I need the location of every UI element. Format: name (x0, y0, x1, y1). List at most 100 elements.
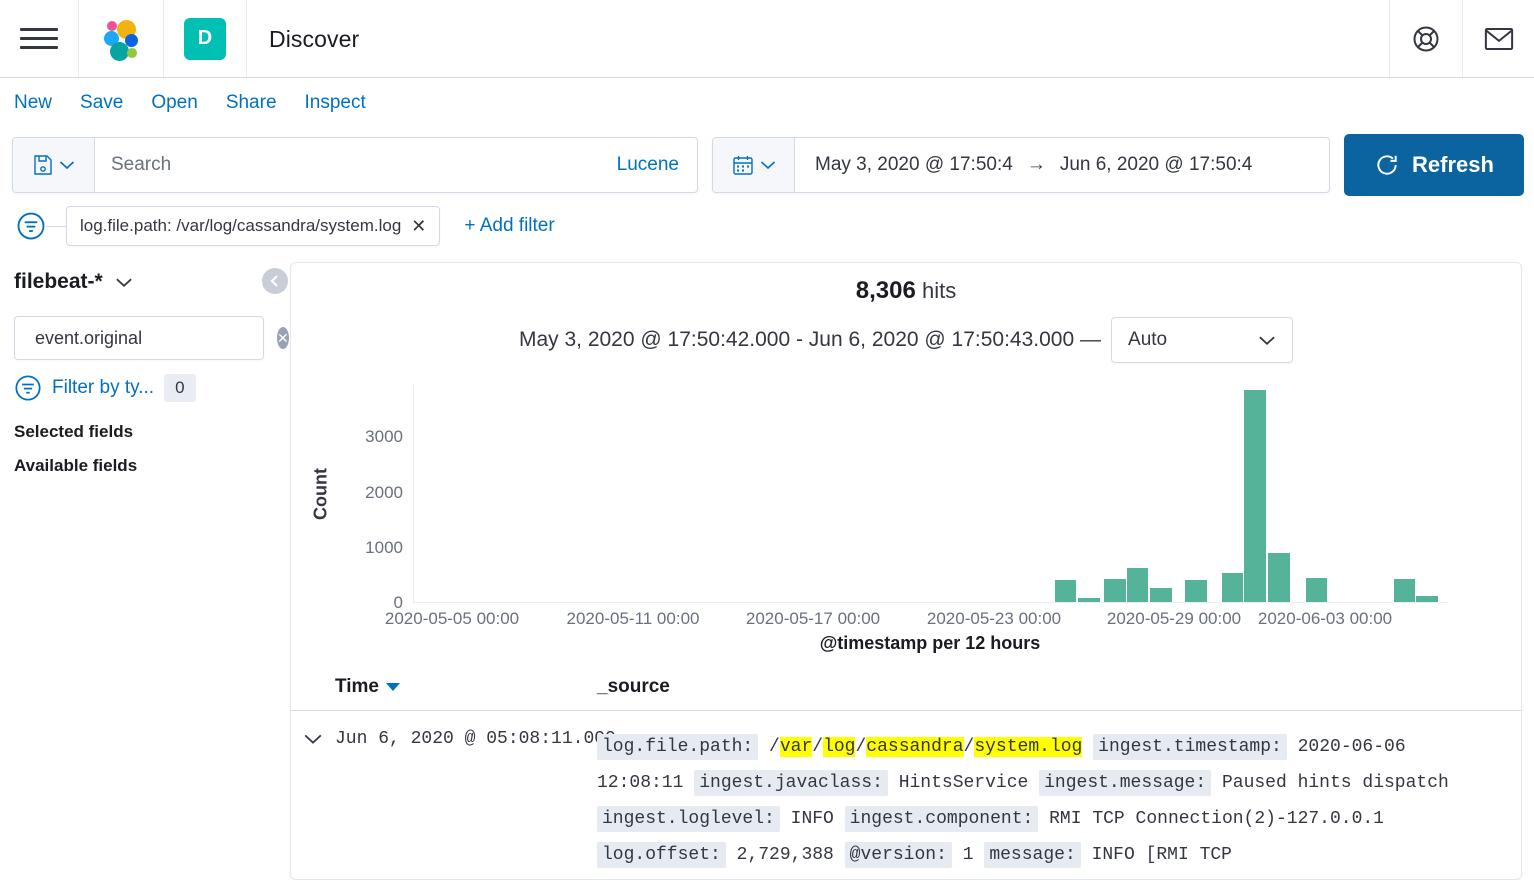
y-axis-ticks: 0 1000 2000 3000 (323, 385, 413, 612)
filter-funnel-icon (17, 212, 45, 240)
filter-pill[interactable]: log.file.path: /var/log/cassandra/system… (66, 206, 441, 246)
mail-envelope-icon (1484, 27, 1513, 50)
elastic-logo-button[interactable] (79, 0, 164, 77)
table-row[interactable]: Jun 6, 2020 @ 05:08:11.000 log.file.path… (291, 711, 1521, 879)
refresh-label: Refresh (1412, 152, 1494, 177)
histogram-bar[interactable] (1185, 579, 1207, 602)
global-filter-options-button[interactable] (16, 211, 46, 241)
interval-select[interactable]: Auto (1111, 317, 1294, 363)
discover-app: D Discover New Save Open Share Inspect S… (0, 0, 1534, 880)
discover-body: filebeat-* ✕ Filter by ty... 0 (0, 254, 1534, 880)
date-range-display: May 3, 2020 @ 17:50:4 → Jun 6, 2020 @ 17… (795, 154, 1329, 176)
histogram-bar[interactable] (1244, 389, 1267, 602)
interval-value: Auto (1128, 329, 1168, 350)
expand-row-button[interactable] (291, 729, 335, 879)
histogram-bar[interactable] (1078, 598, 1101, 602)
global-header: D Discover (0, 0, 1534, 78)
help-button[interactable] (1390, 0, 1462, 77)
filter-funnel-icon (15, 375, 41, 401)
column-header-time[interactable]: Time (291, 676, 597, 698)
nav-item-open[interactable]: Open (151, 92, 197, 114)
source-field-value: INFO (790, 809, 834, 829)
filter-pill-label: log.file.path: /var/log/cassandra/system… (80, 216, 402, 235)
saved-query-button[interactable] (13, 138, 95, 192)
filter-remove-icon[interactable]: ✕ (411, 217, 426, 235)
source-field-value: RMI TCP Connection(2)-127.0.0.1 (1049, 809, 1384, 829)
bars-container (413, 385, 1447, 603)
date-quick-select-button[interactable] (713, 138, 795, 192)
menu-button[interactable] (0, 0, 79, 77)
refresh-button[interactable]: Refresh (1344, 134, 1524, 196)
source-field-name: ingest.loglevel: (597, 806, 780, 832)
y-axis-tick: 2000 (365, 482, 403, 502)
hits-count: 8,306 (855, 277, 916, 304)
nav-item-share[interactable]: Share (226, 92, 277, 114)
header-title-area: Discover (247, 0, 1390, 77)
filter-bar: log.file.path: /var/log/cassandra/system… (0, 196, 1534, 254)
nav-item-save[interactable]: Save (80, 92, 123, 114)
available-fields-heading: Available fields (14, 456, 138, 475)
x-axis-tick: 2020-06-03 00:00 (1257, 609, 1393, 628)
query-language-button[interactable]: Lucene (599, 154, 697, 176)
top-nav-menu: New Save Open Share Inspect (0, 78, 1534, 128)
date-start-button[interactable]: May 3, 2020 @ 17:50:4 (815, 154, 1013, 176)
x-axis-ticks: 2020-05-05 00:00 2020-05-11 00:00 2020-05-… (385, 603, 1447, 633)
histogram-bar[interactable] (1393, 579, 1416, 602)
field-search-input[interactable] (35, 327, 267, 349)
x-axis-tick: 2020-05-17 00:00 (745, 609, 881, 628)
sort-descending-icon[interactable] (386, 683, 401, 691)
x-axis-tick: 2020-05-11 00:00 (566, 609, 700, 628)
search-bar: Lucene (12, 137, 698, 193)
x-axis-label: @timestamp per 12 hours (819, 633, 1041, 653)
table-header-row: Time _source (291, 676, 1521, 711)
source-field-name: ingest.javaclass: (694, 770, 888, 796)
filter-connector (46, 225, 66, 227)
source-field-name: log.offset: (597, 842, 726, 868)
histogram-bar[interactable] (1126, 567, 1149, 602)
discover-main-panel: 8,306 hits May 3, 2020 @ 17:50:42.000 - … (290, 262, 1522, 880)
add-filter-button[interactable]: + Add filter (464, 215, 554, 237)
mail-button[interactable] (1462, 0, 1534, 77)
histogram-bar[interactable] (1054, 579, 1077, 602)
histogram-bar[interactable] (1150, 588, 1173, 602)
search-highlight: system.log (974, 737, 1083, 757)
histogram-bar[interactable] (1221, 573, 1244, 602)
source-field-value: Paused hints dispatch (1221, 773, 1449, 793)
chart-time-range: May 3, 2020 @ 17:50:42.000 - Jun 6, 2020… (518, 328, 1102, 351)
app-badge-letter: D (184, 17, 226, 60)
chart-plot-area: Count 0 1000 2000 3000 (291, 385, 1447, 612)
x-axis-tick: 2020-05-29 00:00 (1106, 609, 1242, 628)
source-field-value: 1 (962, 845, 974, 865)
documents-table: Time _source Jun 6, 2020 @ 05:08:11.000 (291, 676, 1521, 879)
hits-summary: 8,306 hits (291, 263, 1521, 305)
elastic-logo-icon (99, 17, 143, 61)
histogram-bar[interactable] (1305, 578, 1328, 602)
source-field-name: ingest.timestamp: (1093, 734, 1287, 760)
histogram-chart[interactable]: Count 0 1000 2000 3000 2020-05-05 00:00 2020… (291, 363, 1521, 654)
search-input[interactable] (95, 138, 599, 192)
search-highlight: cassandra (866, 737, 964, 757)
date-end-button[interactable]: Jun 6, 2020 @ 17:50:4 (1060, 154, 1253, 176)
calendar-icon (732, 156, 753, 175)
column-header-source[interactable]: _source (597, 676, 670, 698)
chevron-left-icon (270, 275, 278, 287)
column-header-time-label: Time (335, 676, 380, 697)
source-field-value: /var/log/cassandra/system.log (769, 737, 1083, 757)
help-lifering-icon (1413, 26, 1439, 51)
source-field-name: log.file.path: (597, 734, 759, 760)
chevron-down-icon (115, 278, 132, 287)
nav-item-new[interactable]: New (14, 92, 52, 114)
histogram-bar[interactable] (1103, 578, 1126, 602)
hamburger-menu-icon (20, 26, 58, 52)
histogram-bar[interactable] (1268, 553, 1290, 602)
app-badge[interactable]: D (164, 0, 247, 77)
source-field-value: HintsService (898, 773, 1029, 793)
index-pattern-selector[interactable]: filebeat-* (14, 270, 264, 294)
filter-by-type-button[interactable]: Filter by ty... (52, 377, 154, 399)
index-pattern-label: filebeat-* (14, 270, 103, 293)
clear-field-search-icon[interactable]: ✕ (277, 327, 289, 349)
nav-item-inspect[interactable]: Inspect (305, 92, 366, 114)
collapse-sidebar-button[interactable] (262, 268, 288, 294)
x-axis-tick: 2020-05-05 00:00 (384, 609, 520, 628)
histogram-bar[interactable] (1416, 595, 1439, 602)
